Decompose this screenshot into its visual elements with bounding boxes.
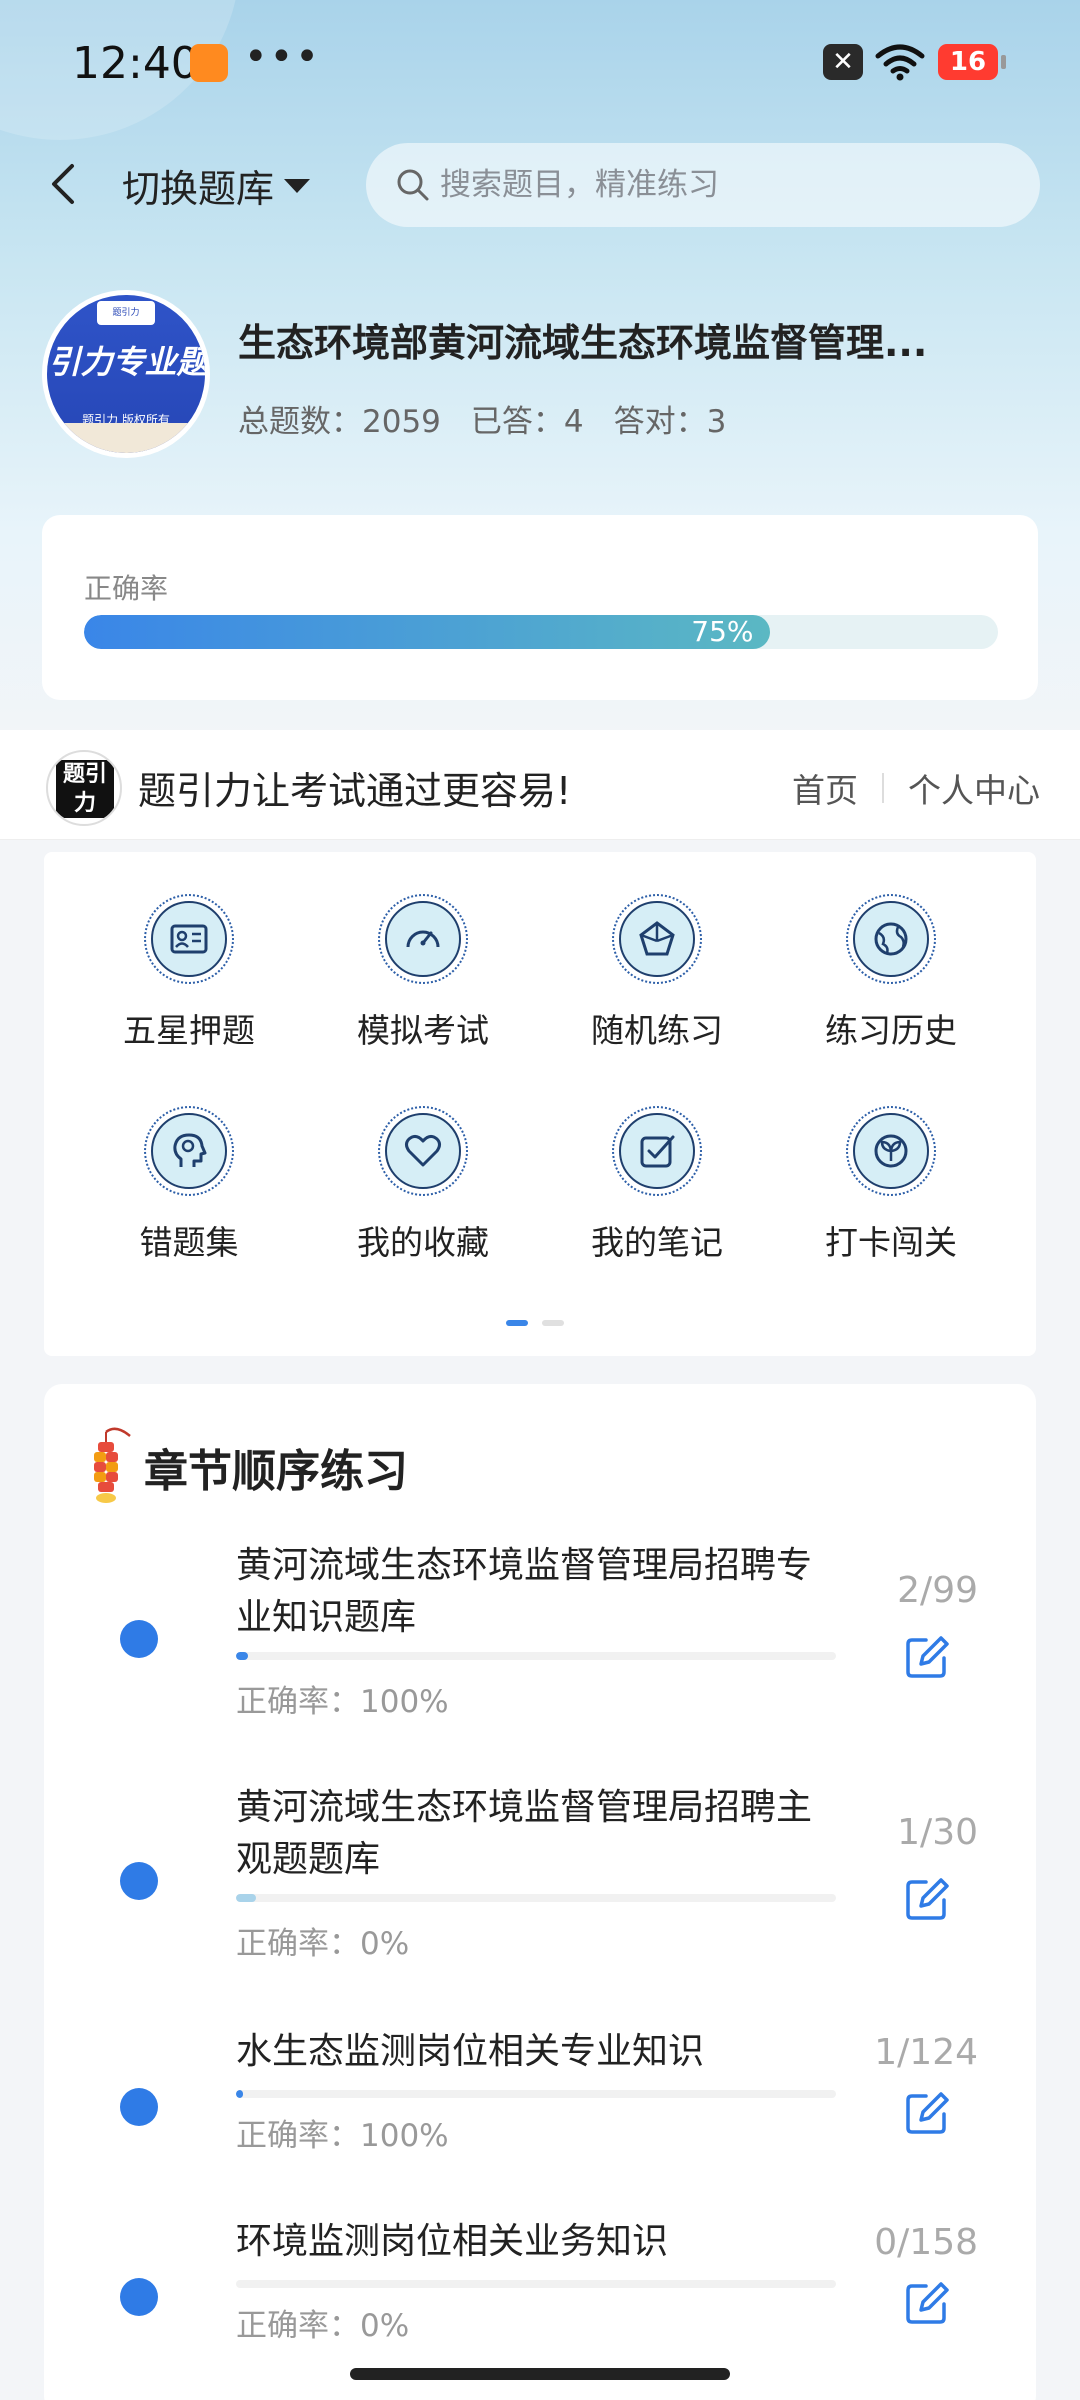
nav-profile[interactable]: 个人中心	[908, 764, 1040, 812]
bank-title: 生态环境部黄河流域生态环境监督管理...	[238, 321, 928, 365]
accuracy-progress-track: 75%	[84, 615, 998, 649]
chapter-accuracy: 正确率：0%	[236, 2308, 410, 2344]
search-icon	[397, 169, 429, 201]
chapter-progress-fill	[236, 1894, 256, 1902]
feature-label: 随机练习	[591, 1011, 723, 1050]
feature-grid: 五星押题 模拟考试 随机练习 练习历史 错题集 我的收藏 我的笔记 打卡闯关	[44, 852, 1036, 1356]
accuracy-label: 正确率	[84, 572, 169, 605]
feature-favorites[interactable]: 我的收藏	[323, 1106, 523, 1264]
feature-check-in[interactable]: 打卡闯关	[791, 1106, 991, 1264]
accuracy-value: 75%	[691, 615, 754, 648]
chapter-item[interactable]: 黄河流域生态环境监督管理局招聘专业知识题库 正确率：100% 2/99	[44, 1545, 1036, 1766]
switch-bank-label: 切换题库	[122, 167, 275, 211]
stat-correct: 答对：3	[613, 404, 727, 440]
edit-icon[interactable]	[904, 2090, 950, 2136]
status-time: 12:40	[72, 38, 199, 89]
head-icon	[173, 1133, 207, 1167]
chapter-accuracy: 正确率：0%	[236, 1926, 410, 1962]
caret-down-icon	[284, 178, 311, 193]
feature-label: 我的笔记	[591, 1223, 723, 1262]
accuracy-progress-fill: 75%	[84, 615, 770, 649]
logo-top-label: 题引力	[97, 301, 155, 325]
chapter-header: 章节顺序练习	[90, 1424, 408, 1510]
checkbox-icon	[640, 1135, 675, 1168]
heart-icon	[405, 1134, 441, 1167]
chapter-item[interactable]: 环境监测岗位相关业务知识 正确率：0% 0/158	[44, 2220, 1036, 2390]
chapter-dot	[120, 1620, 158, 1658]
stat-total: 总题数：2059	[238, 404, 441, 440]
chapter-progress-track	[236, 2090, 836, 2098]
feature-notes[interactable]: 我的笔记	[557, 1106, 757, 1264]
search-input[interactable]	[440, 167, 1000, 203]
chapter-name: 黄河流域生态环境监督管理局招聘专业知识题库	[236, 1545, 813, 1638]
sprout-icon	[874, 1134, 908, 1168]
battery-icon: 16	[938, 44, 1006, 80]
edit-icon[interactable]	[904, 1634, 950, 1680]
logo-main-text: 引力专业题	[48, 343, 205, 381]
page-dot	[542, 1320, 564, 1326]
id-card-icon	[170, 924, 208, 954]
chapter-dot	[120, 2088, 158, 2126]
edit-icon[interactable]	[904, 2280, 950, 2326]
chapter-accuracy: 正确率：100%	[236, 1684, 449, 1720]
chapter-progress-count: 1/30	[897, 1812, 978, 1853]
feature-label: 五星押题	[123, 1011, 255, 1050]
feature-label: 打卡闯关	[825, 1223, 957, 1262]
chapter-item[interactable]: 黄河流域生态环境监督管理局招聘主观题题库 正确率：0% 1/30	[44, 1787, 1036, 2008]
feature-label: 模拟考试	[357, 1011, 489, 1050]
feature-label: 练习历史	[825, 1011, 957, 1050]
app-notification-icon	[190, 44, 228, 82]
network-icon	[639, 921, 675, 956]
switch-bank-button[interactable]: 切换题库	[122, 158, 311, 213]
chapter-practice-card: 章节顺序练习 黄河流域生态环境监督管理局招聘专业知识题库 正确率：100% 2/…	[44, 1384, 1036, 2400]
chapter-accuracy: 正确率：100%	[236, 2118, 449, 2154]
nav-home[interactable]: 首页	[792, 764, 858, 812]
gauge-icon	[406, 930, 440, 948]
brand-logo: 题引力	[46, 750, 122, 826]
chapter-progress-count: 1/124	[874, 2032, 978, 2073]
chapter-name: 环境监测岗位相关业务知识	[236, 2221, 669, 2262]
chapter-item[interactable]: 水生态监测岗位相关专业知识 正确率：100% 1/124	[44, 2030, 1036, 2200]
banner-nav: 首页 个人中心	[792, 764, 1040, 812]
chapter-progress-fill	[236, 2090, 244, 2098]
chapter-progress-track	[236, 1894, 836, 1902]
wifi-icon	[875, 44, 925, 81]
chapter-section-title: 章节顺序练习	[144, 1446, 408, 1497]
feature-label: 我的收藏	[357, 1223, 489, 1262]
bank-logo: 题引力 引力专业题 题引力 版权所有	[42, 290, 210, 458]
chapter-progress-count: 0/158	[874, 2222, 978, 2263]
feature-label: 错题集	[139, 1223, 239, 1262]
chapter-progress-fill	[236, 1652, 248, 1660]
chapter-dot	[120, 1862, 158, 1900]
feature-wrong-questions[interactable]: 错题集	[89, 1106, 289, 1264]
chapter-dot	[120, 2278, 158, 2316]
globe-icon	[874, 922, 908, 956]
accuracy-card: 正确率 75%	[42, 515, 1038, 700]
chapter-progress-track	[236, 2280, 836, 2288]
nav-divider	[882, 773, 884, 803]
page-dot-active	[506, 1320, 528, 1326]
brand-logo-text: 题引力	[56, 760, 114, 818]
chapter-name: 黄河流域生态环境监督管理局招聘主观题题库	[236, 1787, 813, 1880]
chapter-progress-track	[236, 1652, 836, 1660]
bank-stats: 总题数：2059 已答：4 答对：3	[238, 396, 726, 441]
promo-banner: 题引力 题引力让考试通过更容易! 首页 个人中心	[0, 730, 1080, 840]
search-bar[interactable]	[366, 143, 1040, 227]
stat-answered: 已答：4	[470, 404, 584, 440]
slogan-text: 题引力让考试通过更容易!	[138, 769, 572, 813]
feature-mock-exam[interactable]: 模拟考试	[323, 894, 523, 1052]
feature-random-practice[interactable]: 随机练习	[557, 894, 757, 1052]
chapter-name: 水生态监测岗位相关专业知识	[236, 2031, 705, 2072]
feature-practice-history[interactable]: 练习历史	[791, 894, 991, 1052]
page-indicator	[506, 1320, 564, 1326]
edit-icon[interactable]	[904, 1876, 950, 1922]
back-arrow-icon[interactable]	[44, 160, 84, 208]
more-dots-icon: •••	[244, 34, 321, 80]
close-notification-icon: ✕	[823, 44, 863, 80]
home-indicator[interactable]	[350, 2368, 730, 2380]
feature-five-star[interactable]: 五星押题	[89, 894, 289, 1052]
firecracker-icon	[94, 1427, 131, 1503]
status-bar: 12:40 ••• ✕ 16	[0, 0, 1080, 120]
chapter-progress-count: 2/99	[897, 1570, 978, 1611]
